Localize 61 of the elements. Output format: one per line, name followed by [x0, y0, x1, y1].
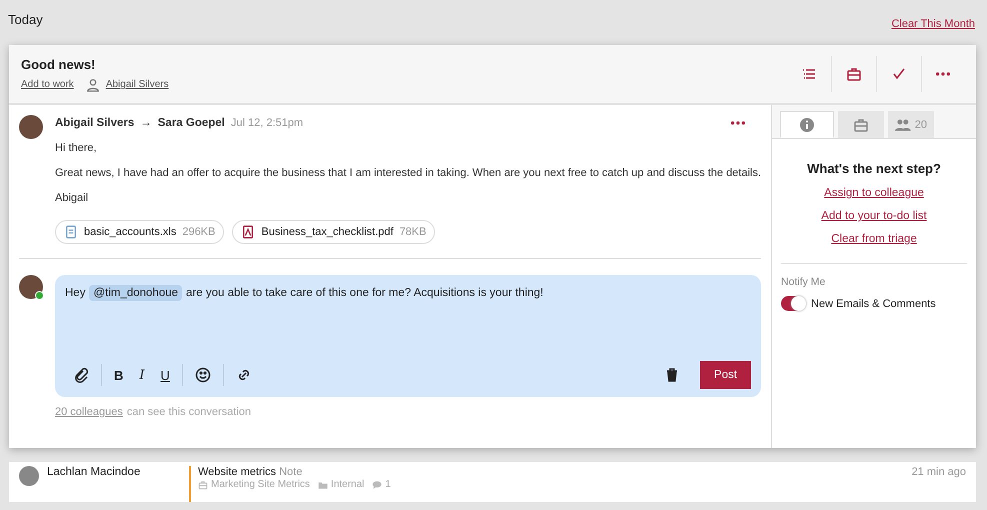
attachment-chip[interactable]: Business_tax_checklist.pdf 78KB — [232, 220, 436, 244]
next-step-link[interactable]: Assign to colleague — [772, 187, 976, 199]
info-tab[interactable] — [780, 111, 834, 138]
avatar — [19, 466, 39, 486]
paperclip-icon — [73, 367, 89, 383]
message-paragraph: Abigail — [55, 192, 90, 204]
feed-row[interactable]: Lachlan Macindoe Website metrics Note Marketing Site Metrics Internal 1 21 min ago — [9, 462, 976, 502]
file-name: basic_accounts.xls — [84, 226, 176, 238]
attachment-chip[interactable]: basic_accounts.xls 296KB — [55, 220, 224, 244]
file-size: 296KB — [182, 226, 216, 238]
comment-icon — [372, 480, 382, 490]
underline-button[interactable]: U — [152, 364, 178, 386]
smiley-icon — [194, 367, 211, 383]
arrow-text: → — [140, 117, 152, 129]
conversation-title: Good news! — [21, 56, 96, 72]
bold-button[interactable]: B — [106, 364, 132, 386]
reply-text: are you able to take care of this one for me? Acquisitions is your thing! — [186, 287, 544, 299]
item-type: Note — [279, 466, 302, 478]
file-name: Business_tax_checklist.pdf — [261, 226, 394, 238]
message-time: Jul 12, 2:51pm — [230, 117, 304, 129]
section-heading: Today — [8, 12, 43, 29]
owner-link[interactable]: Abigail Silvers — [106, 79, 169, 90]
next-step-heading: What's the next step? — [806, 161, 942, 176]
briefcase-icon — [853, 116, 870, 132]
message-paragraph: Great news, I have had an offer to acquire the business that I am interested in taking. When are you next free to catch up and discuss the details. — [55, 167, 762, 179]
next-step-link[interactable]: Clear from triage — [772, 233, 976, 245]
reply-editor[interactable]: Hey @tim_donohoue are you able to take care of this one for me? Acquisitions is your thing! B I U Post — [55, 275, 762, 397]
spreadsheet-icon — [64, 225, 78, 239]
person-name: Lachlan Macindoe — [47, 466, 140, 478]
item-title: Website metrics — [198, 466, 276, 478]
add-to-work-link[interactable]: Add to work — [21, 79, 74, 90]
notify-toggle[interactable] — [781, 296, 806, 311]
recipient-name: Sara Goepel — [158, 117, 225, 129]
tag-label: Marketing Site Metrics — [211, 479, 310, 490]
tag-label: Internal — [330, 479, 364, 490]
file-size: 78KB — [399, 226, 426, 238]
item-time: 21 min ago — [912, 466, 966, 480]
toggle-label: New Emails & Comments — [811, 298, 936, 310]
notify-label: Notify Me — [781, 276, 826, 288]
avatar — [19, 115, 43, 139]
folder-icon — [318, 480, 328, 490]
check-icon — [891, 66, 907, 82]
user-icon — [86, 78, 100, 92]
briefcase-icon — [198, 480, 208, 490]
visibility-note: can see this conversation — [126, 406, 252, 418]
people-icon — [895, 116, 911, 132]
pdf-icon — [241, 225, 256, 239]
reply-text: Hey — [65, 287, 86, 299]
sender-name: Abigail Silvers — [55, 117, 134, 129]
next-step-link[interactable]: Add to your to-do list — [772, 210, 976, 222]
briefcase-icon — [846, 66, 862, 82]
italic-button[interactable]: I — [131, 364, 153, 386]
info-icon — [799, 116, 816, 132]
more-icon — [936, 72, 950, 76]
message-paragraph: Hi there, — [55, 142, 98, 154]
post-button[interactable]: Post — [700, 361, 752, 389]
clear-month-link[interactable]: Clear This Month — [891, 18, 975, 45]
mention-tag: @tim_donohoue — [89, 285, 182, 301]
briefcase-tab[interactable] — [838, 111, 884, 138]
tag-label: 1 — [385, 479, 391, 490]
more-icon — [731, 121, 746, 125]
